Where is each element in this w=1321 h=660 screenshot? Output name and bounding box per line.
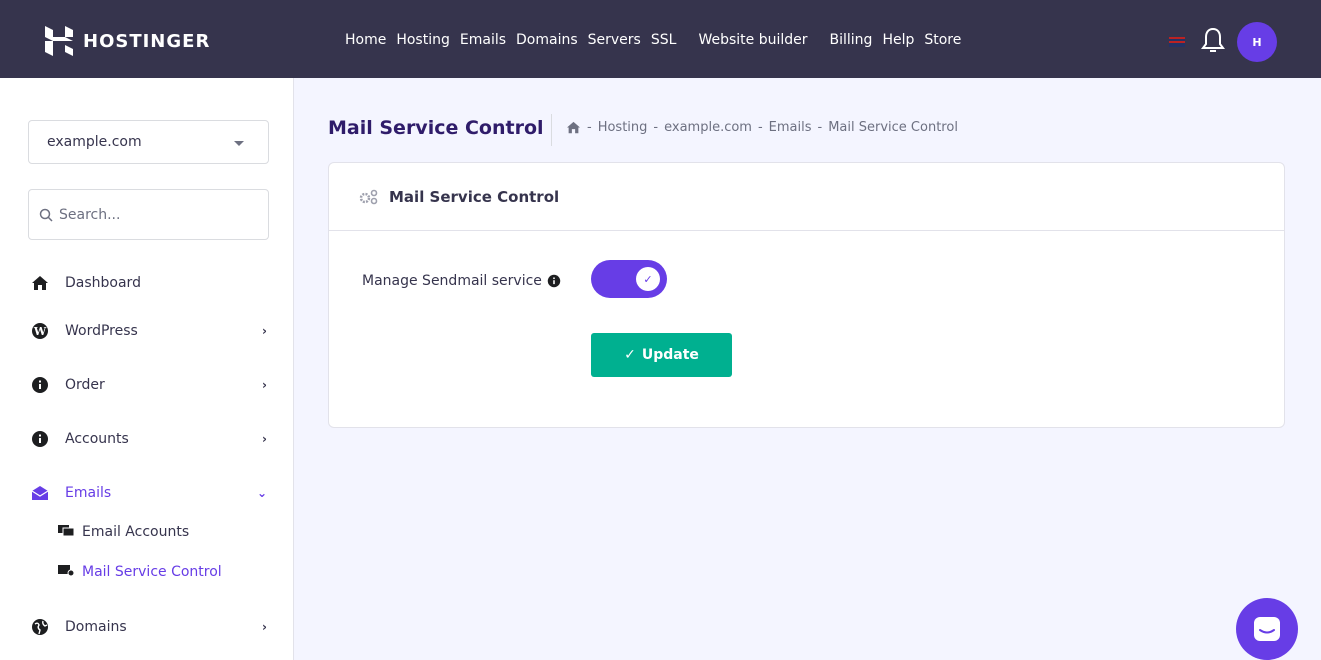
home-icon [30, 273, 50, 293]
mail-service-card: Mail Service Control Manage Sendmail ser… [328, 162, 1285, 428]
sidebar-item-label: Accounts [65, 431, 129, 447]
search-input[interactable]: Search... [28, 189, 269, 240]
avatar[interactable]: H [1237, 22, 1277, 62]
hostinger-logo-icon [45, 26, 73, 56]
search-placeholder: Search... [59, 206, 121, 223]
mail-bulk-icon [58, 524, 75, 540]
sidebar-item-order[interactable]: Order › [30, 370, 270, 400]
sidebar-item-label: Domains [65, 619, 127, 635]
sidebar-item-label: Order [65, 377, 105, 393]
mail-settings-icon [58, 564, 75, 580]
nav-hosting[interactable]: Hosting [396, 32, 450, 48]
domain-select[interactable]: example.com [28, 120, 269, 164]
domain-select-value: example.com [47, 134, 142, 150]
chat-icon [1254, 617, 1280, 641]
breadcrumb-separator: - [653, 120, 659, 135]
sidebar-subitem-label: Email Accounts [82, 524, 190, 540]
caret-down-icon [234, 141, 244, 146]
sidebar-item-domains[interactable]: Domains › [30, 612, 270, 642]
chevron-right-icon: › [262, 324, 267, 338]
svg-text:W: W [33, 325, 47, 338]
bell-icon[interactable] [1201, 27, 1225, 53]
envelope-open-icon [30, 483, 50, 503]
card-header: Mail Service Control [329, 163, 1284, 231]
sidebar-item-wordpress[interactable]: W WordPress › [30, 316, 270, 346]
info-icon [30, 429, 50, 449]
uk-flag-icon[interactable] [1169, 37, 1185, 47]
sidebar-subitem-email-accounts[interactable]: Email Accounts [58, 524, 189, 540]
chat-launcher-button[interactable] [1236, 598, 1298, 660]
sidebar-item-label: WordPress [65, 323, 138, 339]
nav-emails[interactable]: Emails [460, 32, 506, 48]
breadcrumb-emails[interactable]: Emails [769, 120, 812, 135]
title-divider [551, 114, 552, 146]
sidebar-item-accounts[interactable]: Accounts › [30, 424, 270, 454]
chevron-right-icon: › [262, 620, 267, 634]
breadcrumb-separator: - [757, 120, 763, 135]
sidebar-subitem-label: Mail Service Control [82, 564, 222, 580]
sidebar-item-dashboard[interactable]: Dashboard [30, 268, 270, 298]
nav-website-builder[interactable]: Website builder [698, 32, 807, 48]
chevron-down-icon: ⌄ [256, 486, 267, 500]
nav-billing[interactable]: Billing [830, 32, 873, 48]
check-icon: ✓ [624, 347, 636, 363]
card-title: Mail Service Control [389, 187, 560, 206]
gears-icon [359, 189, 378, 204]
sendmail-field: Manage Sendmail service [362, 273, 561, 289]
globe-icon [30, 617, 50, 637]
breadcrumb: - Hosting - example.com - Emails - Mail … [566, 120, 958, 135]
sidebar-subitem-mail-service-control[interactable]: Mail Service Control [58, 564, 222, 580]
breadcrumb-current: Mail Service Control [828, 120, 958, 135]
chevron-right-icon: › [262, 432, 267, 446]
brand-name: HOSTINGER [83, 30, 211, 52]
top-navbar: HOSTINGER Home Hosting Emails Domains Se… [0, 0, 1321, 78]
sendmail-toggle[interactable]: ✓ [591, 260, 667, 298]
sidebar-item-label: Emails [65, 485, 112, 501]
info-icon[interactable] [547, 274, 561, 288]
nav-ssl[interactable]: SSL [651, 32, 677, 48]
breadcrumb-separator: - [817, 120, 823, 135]
wordpress-icon: W [30, 321, 50, 341]
nav-domains[interactable]: Domains [516, 32, 578, 48]
nav-servers[interactable]: Servers [588, 32, 641, 48]
update-button[interactable]: ✓ Update [591, 333, 732, 377]
sidebar-item-emails[interactable]: Emails ⌄ [30, 478, 270, 508]
nav-home[interactable]: Home [345, 32, 386, 48]
breadcrumb-hosting[interactable]: Hosting [598, 120, 648, 135]
breadcrumb-separator: - [587, 120, 592, 135]
update-button-label: Update [641, 347, 699, 363]
search-icon [39, 208, 53, 222]
breadcrumb-domain[interactable]: example.com [664, 120, 752, 135]
chevron-right-icon: › [262, 378, 267, 392]
info-icon [30, 375, 50, 395]
sendmail-label: Manage Sendmail service [362, 273, 542, 289]
main-nav: Home Hosting Emails Domains Servers SSL … [345, 32, 971, 48]
page-title: Mail Service Control [328, 117, 544, 139]
home-icon[interactable] [566, 121, 581, 134]
sidebar: example.com Search... Dashboard W WordPr… [0, 78, 294, 660]
sidebar-item-label: Dashboard [65, 275, 141, 291]
nav-help[interactable]: Help [882, 32, 914, 48]
nav-store[interactable]: Store [924, 32, 961, 48]
brand-logo[interactable]: HOSTINGER [45, 26, 210, 56]
check-icon: ✓ [636, 267, 660, 291]
